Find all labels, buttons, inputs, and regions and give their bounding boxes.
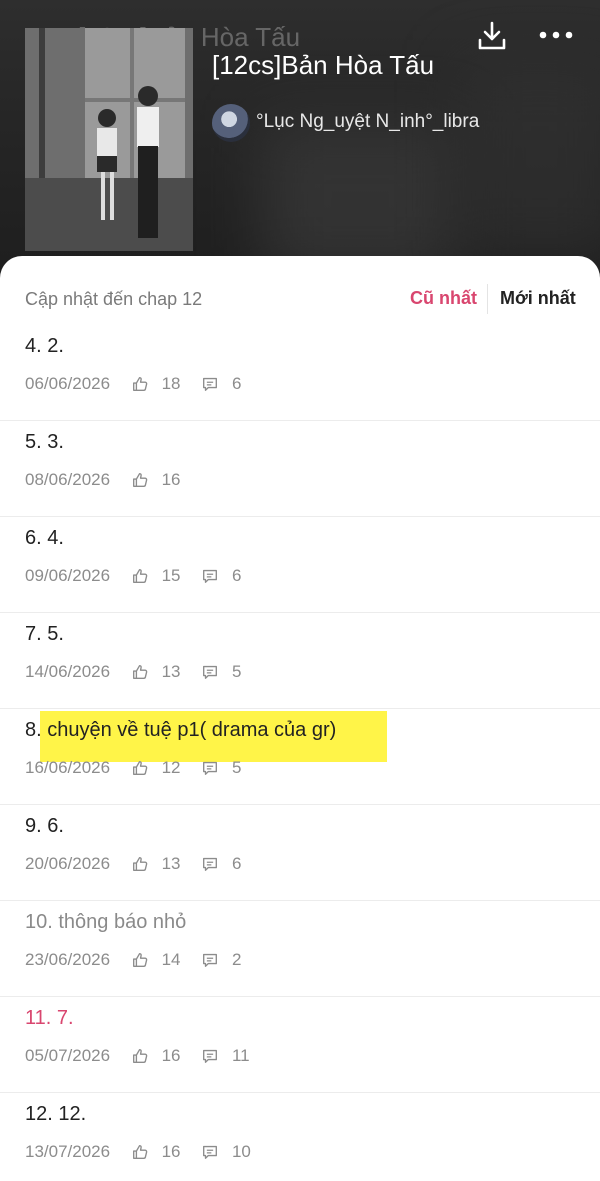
- chapter-meta: 05/07/2026 16 11: [25, 1045, 266, 1067]
- chapter-meta: 08/06/2026 16: [25, 469, 196, 491]
- chapter-title: 8. chuyện về tuệ p1( drama của gr): [25, 719, 337, 741]
- chapter-date: 20/06/2026: [25, 853, 111, 873]
- chapter-row[interactable]: 9. 6. 20/06/2026 13 6: [0, 805, 600, 901]
- chapter-row[interactable]: 11. 7. 05/07/2026 16 11: [0, 997, 600, 1093]
- chapter-meta: 09/06/2026 15 6: [25, 565, 257, 587]
- chapter-title: 11. 7.: [25, 1007, 74, 1029]
- chapter-meta: 13/07/2026 16 10: [25, 1141, 267, 1163]
- like-icon: [131, 663, 149, 681]
- like-icon: [131, 567, 149, 585]
- comment-icon: [201, 1143, 219, 1161]
- chapter-date: 06/06/2026: [25, 373, 111, 393]
- chapter-meta: 14/06/2026 13 5: [25, 661, 257, 683]
- chapter-comments: 6: [231, 565, 242, 585]
- like-icon: [131, 471, 149, 489]
- chapter-date: 23/06/2026: [25, 949, 111, 969]
- story-title: [12cs]Bản Hòa Tấu: [212, 50, 435, 80]
- chapter-likes: 16: [161, 1141, 181, 1161]
- chapter-date: 16/06/2026: [25, 757, 111, 777]
- chapter-row[interactable]: 12. 12. 13/07/2026 16 10: [0, 1093, 600, 1181]
- comment-icon: [201, 855, 219, 873]
- chapter-meta: 16/06/2026 12 5: [25, 757, 257, 779]
- chapter-comments: 5: [231, 661, 242, 681]
- like-icon: [131, 855, 149, 873]
- chapter-meta: 06/06/2026 18 6: [25, 373, 257, 395]
- chapter-likes: 18: [161, 373, 181, 393]
- chapter-row[interactable]: 10. thông báo nhỏ 23/06/2026 14 2: [0, 901, 600, 997]
- chapter-meta: 23/06/2026 14 2: [25, 949, 257, 971]
- chapter-comments: 5: [231, 757, 242, 777]
- like-icon: [131, 1047, 149, 1065]
- download-icon: [478, 21, 506, 50]
- more-icon: [539, 31, 573, 39]
- chapter-title: 5. 3.: [25, 431, 64, 453]
- chapter-row[interactable]: 5. 3. 08/06/2026 16: [0, 421, 600, 517]
- chapter-meta: 20/06/2026 13 6: [25, 853, 257, 875]
- chapter-title: 9. 6.: [25, 815, 64, 837]
- sort-newest-button[interactable]: Mới nhất: [500, 288, 576, 309]
- comment-icon: [201, 663, 219, 681]
- like-icon: [131, 375, 149, 393]
- chapter-date: 08/06/2026: [25, 469, 111, 489]
- chapter-row[interactable]: 7. 5. 14/06/2026 13 5: [0, 613, 600, 709]
- chapter-date: 05/07/2026: [25, 1045, 111, 1065]
- chapter-comments: 11: [231, 1045, 250, 1065]
- chapter-likes: 13: [161, 661, 181, 681]
- sort-oldest-button[interactable]: Cũ nhất: [410, 288, 477, 309]
- like-icon: [131, 951, 149, 969]
- chapter-row[interactable]: 8. chuyện về tuệ p1( drama của gr) 16/06…: [0, 709, 600, 805]
- download-button[interactable]: [474, 18, 510, 54]
- sort-bar: Cập nhật đến chap 12 Cũ nhất Mới nhất: [0, 280, 600, 320]
- chapter-row[interactable]: 6. 4. 09/06/2026 15 6: [0, 517, 600, 613]
- chapter-comments: 2: [231, 949, 242, 969]
- chapter-row[interactable]: 4. 2. 06/06/2026 18 6: [0, 325, 600, 421]
- chapter-likes: 15: [161, 565, 181, 585]
- chapter-likes: 13: [161, 853, 181, 873]
- comment-icon: [201, 1047, 219, 1065]
- screen: [12cs]Bản Hòa Tấu: [0, 0, 600, 1181]
- author-avatar[interactable]: [212, 104, 250, 142]
- chapter-likes: 16: [161, 469, 181, 489]
- author-name[interactable]: °Lục Ng_uyệt N_inh°_libra: [256, 111, 479, 133]
- like-icon: [131, 1143, 149, 1161]
- chapter-title: 10. thông báo nhỏ: [25, 911, 187, 933]
- like-icon: [131, 759, 149, 777]
- cover-image: [25, 28, 193, 251]
- chapter-title: 4. 2.: [25, 335, 64, 357]
- more-options-button[interactable]: [536, 20, 576, 50]
- chapter-sheet: Cập nhật đến chap 12 Cũ nhất Mới nhất 4.…: [0, 256, 600, 1181]
- chapter-comments: 10: [231, 1141, 251, 1161]
- chapter-comments: 6: [231, 853, 242, 873]
- sort-divider: [487, 284, 488, 314]
- chapter-likes: 14: [161, 949, 181, 969]
- comment-icon: [201, 375, 219, 393]
- story-cover[interactable]: [25, 28, 193, 251]
- comment-icon: [201, 759, 219, 777]
- chapter-likes: 12: [161, 757, 181, 777]
- chapter-date: 14/06/2026: [25, 661, 111, 681]
- chapter-list: 4. 2. 06/06/2026 18 6 5. 3. 08/06/2026 1…: [0, 325, 600, 1181]
- chapter-date: 13/07/2026: [25, 1141, 111, 1161]
- update-status: Cập nhật đến chap 12: [25, 289, 203, 309]
- header-backdrop-right: [460, 60, 600, 260]
- chapter-title: 6. 4.: [25, 527, 64, 549]
- chapter-title: 7. 5.: [25, 623, 64, 645]
- chapter-date: 09/06/2026: [25, 565, 111, 585]
- chapter-likes: 16: [161, 1045, 181, 1065]
- chapter-title: 12. 12.: [25, 1103, 87, 1125]
- story-header: [12cs]Bản Hòa Tấu: [0, 0, 600, 300]
- chapter-comments: 6: [231, 373, 242, 393]
- comment-icon: [201, 567, 219, 585]
- comment-icon: [201, 951, 219, 969]
